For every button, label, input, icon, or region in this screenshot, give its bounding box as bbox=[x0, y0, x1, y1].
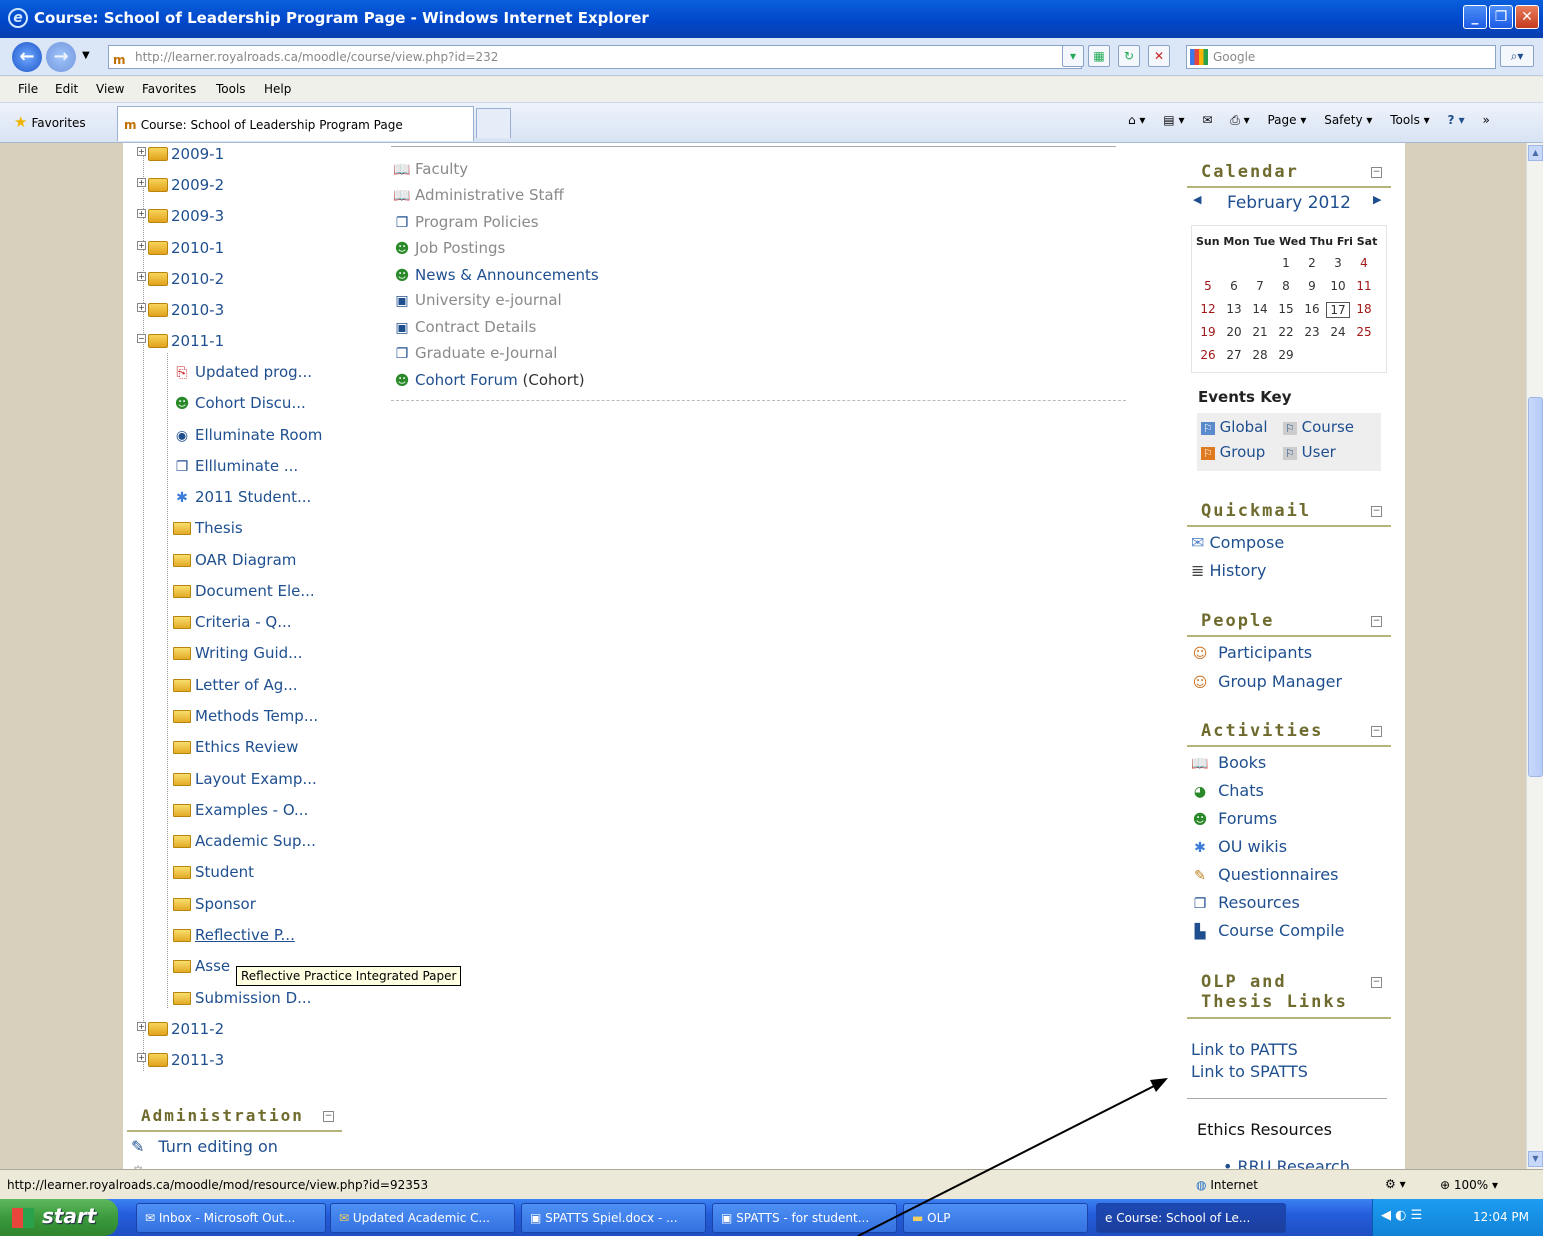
annotation-arrow bbox=[857, 1078, 1168, 1236]
arrow-head bbox=[1150, 1078, 1168, 1092]
ie-window: e Course: School of Leadership Program P… bbox=[0, 0, 1543, 1236]
arrow-line bbox=[857, 1082, 1161, 1236]
